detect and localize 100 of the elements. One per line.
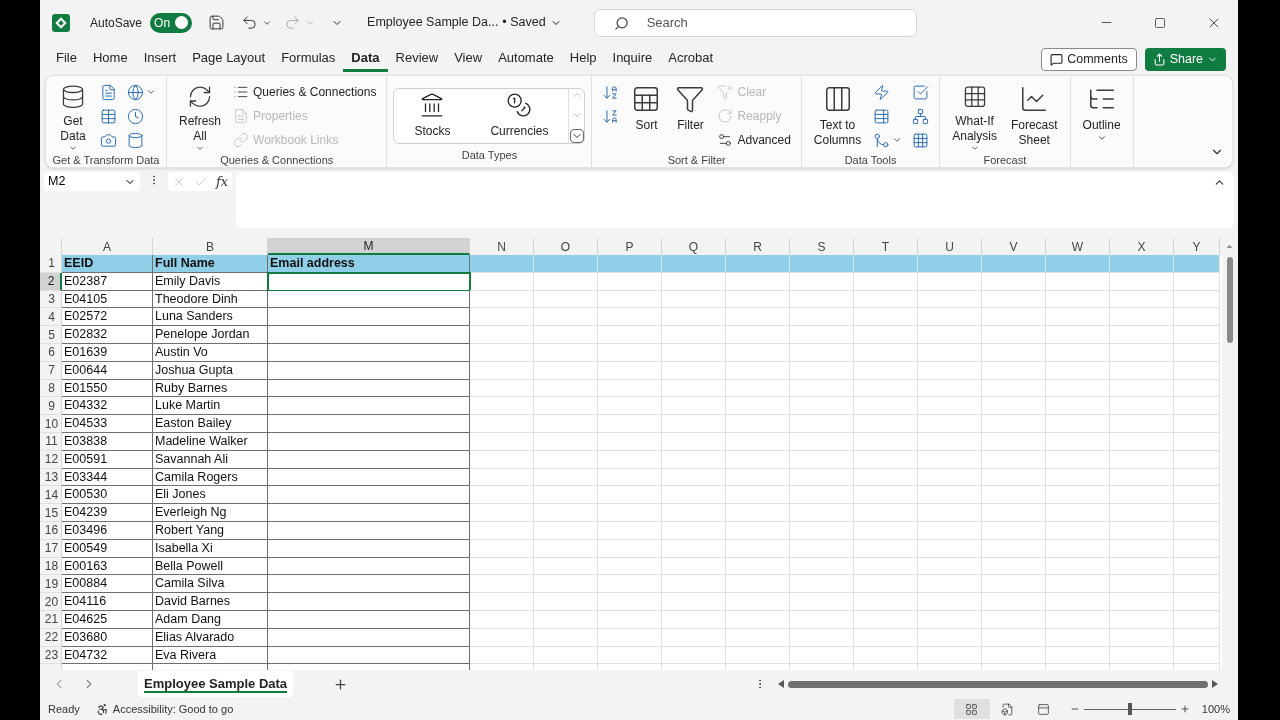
grid-cell[interactable] bbox=[1046, 539, 1110, 558]
grid-cell[interactable] bbox=[534, 646, 598, 665]
grid-cell[interactable] bbox=[534, 521, 598, 540]
grid-cell[interactable] bbox=[854, 610, 918, 629]
grid-cell[interactable] bbox=[470, 539, 534, 558]
grid-cell[interactable] bbox=[854, 628, 918, 647]
menu-tab[interactable]: Home bbox=[84, 46, 136, 72]
redo-icon[interactable] bbox=[284, 14, 302, 31]
grid-cell[interactable] bbox=[662, 646, 726, 665]
table-cell[interactable]: E02832 bbox=[62, 326, 153, 344]
grid-cell[interactable] bbox=[662, 628, 726, 647]
horizontal-scrollbar[interactable] bbox=[778, 678, 1218, 690]
grid-cell[interactable] bbox=[1174, 450, 1220, 469]
grid-cell[interactable] bbox=[982, 432, 1046, 451]
gallery-item[interactable]: Stocks bbox=[394, 89, 471, 143]
table-cell[interactable] bbox=[268, 361, 470, 380]
table-cell[interactable]: Joshua Gupta bbox=[153, 361, 268, 380]
menu-tab[interactable]: Review bbox=[387, 46, 447, 72]
table-cell[interactable]: E00591 bbox=[62, 450, 153, 469]
grid-cell[interactable] bbox=[982, 344, 1046, 362]
grid-cell[interactable] bbox=[1174, 628, 1220, 647]
grid-cell[interactable] bbox=[1046, 344, 1110, 362]
grid-cell[interactable] bbox=[918, 432, 982, 451]
grid-cell[interactable] bbox=[854, 432, 918, 451]
grid-cell[interactable] bbox=[854, 272, 918, 291]
table-cell[interactable] bbox=[268, 539, 470, 558]
grid-cell[interactable] bbox=[1174, 415, 1220, 433]
grid-cell[interactable] bbox=[470, 344, 534, 362]
table-cell[interactable]: E00644 bbox=[62, 361, 153, 380]
grid-cell[interactable] bbox=[854, 344, 918, 362]
table-cell[interactable] bbox=[268, 344, 470, 362]
grid-cell[interactable] bbox=[534, 539, 598, 558]
grid-cell[interactable] bbox=[1174, 504, 1220, 522]
grid-cell[interactable] bbox=[470, 593, 534, 611]
grid-cell[interactable] bbox=[534, 272, 598, 291]
grid-cell[interactable] bbox=[918, 255, 982, 273]
grid-cell[interactable] bbox=[726, 415, 790, 433]
grid-cell[interactable] bbox=[1046, 255, 1110, 273]
grid-cell[interactable] bbox=[982, 361, 1046, 380]
zoom-level[interactable]: 100% bbox=[1201, 700, 1230, 718]
table-cell[interactable] bbox=[268, 415, 470, 433]
zoom-thumb[interactable] bbox=[1127, 703, 1132, 715]
grid-cell[interactable] bbox=[662, 593, 726, 611]
grid-cell[interactable] bbox=[534, 450, 598, 469]
grid-cell[interactable] bbox=[1174, 646, 1220, 665]
ribbon-button[interactable]: Advanced bbox=[713, 128, 795, 152]
grid-cell[interactable] bbox=[598, 255, 662, 273]
grid-cell[interactable] bbox=[982, 272, 1046, 291]
menu-tab[interactable]: File bbox=[48, 46, 85, 72]
menu-tab[interactable]: View bbox=[446, 46, 491, 72]
gallery-item[interactable]: Currencies bbox=[470, 89, 569, 143]
grid-cell[interactable] bbox=[1046, 593, 1110, 611]
grid-cell[interactable] bbox=[598, 272, 662, 291]
grid-cell[interactable] bbox=[790, 432, 854, 451]
grid-cell[interactable] bbox=[1174, 593, 1220, 611]
grid-cell[interactable] bbox=[982, 628, 1046, 647]
table-cell[interactable]: E04533 bbox=[62, 415, 153, 433]
grid-cell[interactable] bbox=[534, 432, 598, 451]
grid-cell[interactable] bbox=[598, 344, 662, 362]
grid-cell[interactable] bbox=[1110, 628, 1174, 647]
grid-cell[interactable] bbox=[662, 610, 726, 629]
grid-cell[interactable] bbox=[854, 326, 918, 344]
grid-cell[interactable] bbox=[918, 344, 982, 362]
table-cell[interactable]: E01639 bbox=[62, 344, 153, 362]
grid-cell[interactable] bbox=[598, 326, 662, 344]
grid-cell[interactable] bbox=[1110, 539, 1174, 558]
grid-cell[interactable] bbox=[1174, 344, 1220, 362]
grid-cell[interactable] bbox=[1046, 415, 1110, 433]
grid-cell[interactable] bbox=[662, 450, 726, 469]
grid-cell[interactable] bbox=[470, 326, 534, 344]
grid-cell[interactable] bbox=[1174, 326, 1220, 344]
grid-cell[interactable] bbox=[1174, 610, 1220, 629]
ribbon-button[interactable]: Forecast Sheet bbox=[1004, 80, 1064, 152]
ribbon-button[interactable]: Text to Columns bbox=[807, 80, 868, 152]
table-cell[interactable] bbox=[268, 628, 470, 647]
row-header[interactable]: 4 bbox=[40, 308, 62, 327]
grid-cell[interactable] bbox=[726, 610, 790, 629]
grid-cell[interactable] bbox=[534, 593, 598, 611]
view-button[interactable] bbox=[953, 699, 990, 719]
search-field[interactable]: Search bbox=[593, 8, 917, 37]
table-cell[interactable]: Isabella Xi bbox=[153, 539, 268, 558]
grid-cell[interactable] bbox=[1110, 344, 1174, 362]
grid-cell[interactable] bbox=[1046, 272, 1110, 291]
grid-cell[interactable] bbox=[726, 255, 790, 273]
grid-cell[interactable] bbox=[854, 646, 918, 665]
ribbon-button[interactable]: Filter bbox=[669, 80, 712, 152]
more-icon[interactable] bbox=[570, 129, 584, 143]
table-cell[interactable]: E03838 bbox=[62, 432, 153, 451]
row-header[interactable]: 14 bbox=[40, 486, 62, 505]
grid-cell[interactable] bbox=[470, 504, 534, 522]
grid-cell[interactable] bbox=[1174, 521, 1220, 540]
grid-cell[interactable] bbox=[982, 521, 1046, 540]
table-cell[interactable]: Everleigh Ng bbox=[153, 504, 268, 522]
grid-cell[interactable] bbox=[726, 272, 790, 291]
grid-cell[interactable] bbox=[662, 272, 726, 291]
grid-cell[interactable] bbox=[1046, 628, 1110, 647]
grid-cell[interactable] bbox=[982, 593, 1046, 611]
table-cell[interactable]: E04239 bbox=[62, 504, 153, 522]
grid-cell[interactable] bbox=[1174, 361, 1220, 380]
grid-cell[interactable] bbox=[470, 610, 534, 629]
